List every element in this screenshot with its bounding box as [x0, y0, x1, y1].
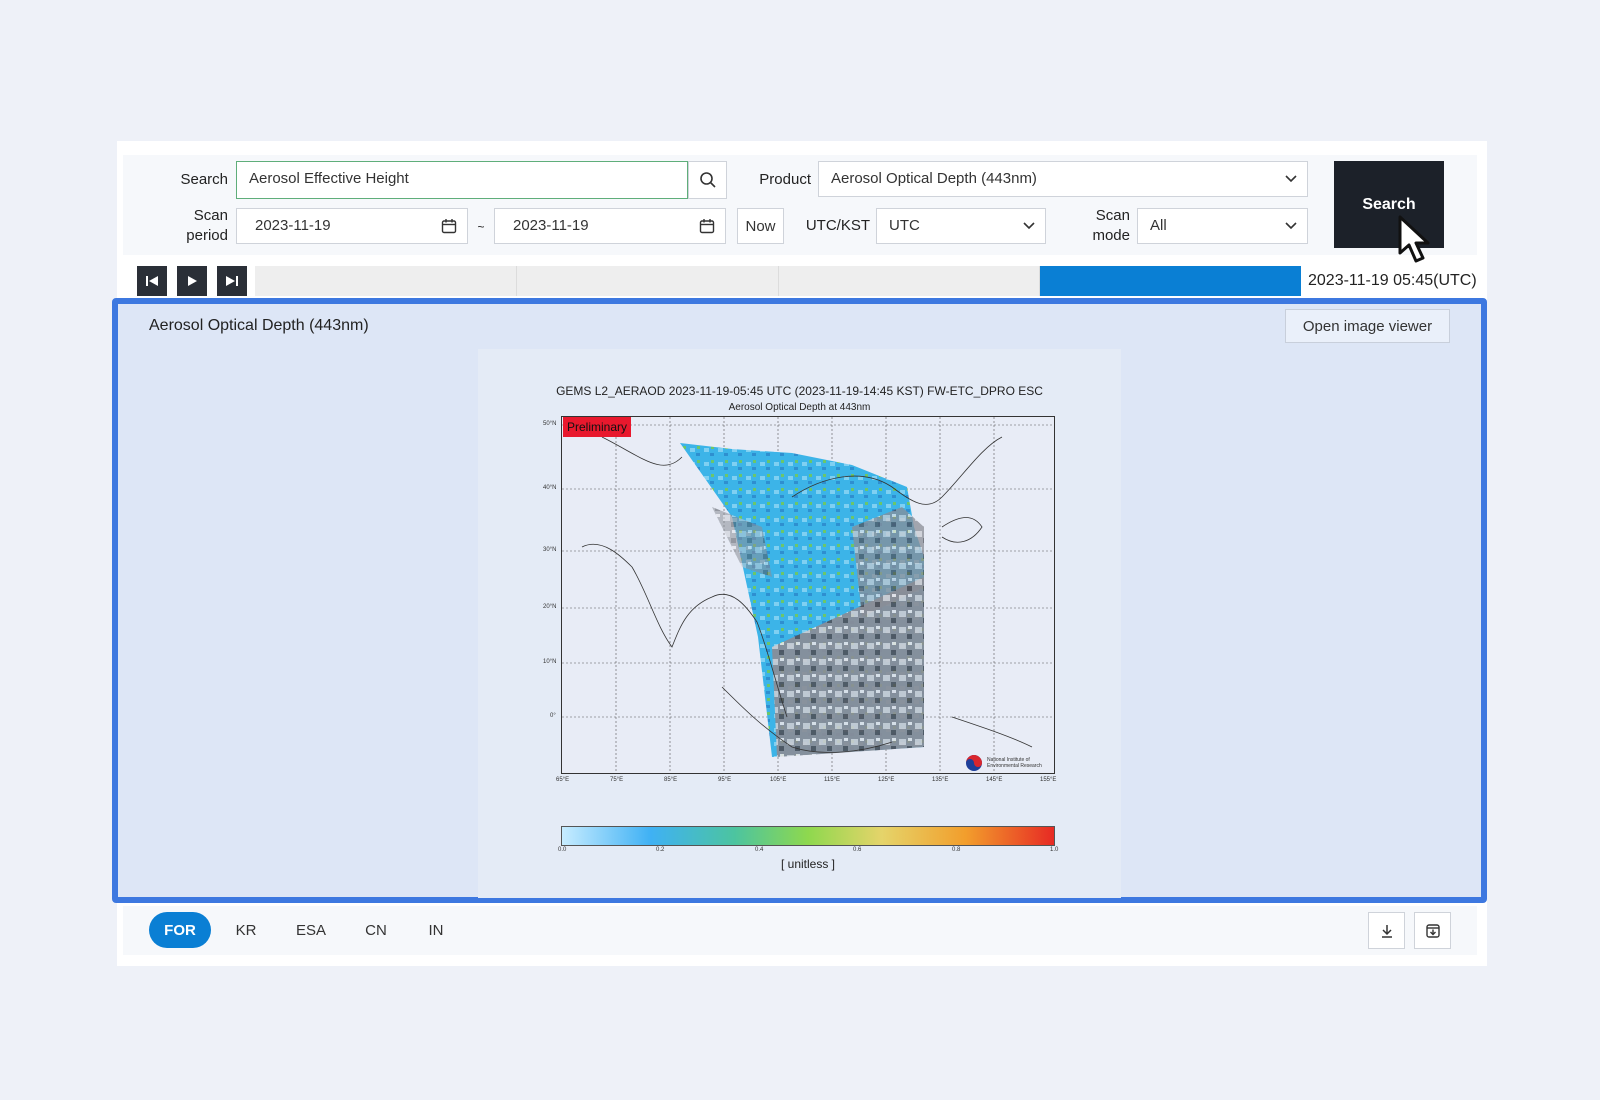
- tab-in[interactable]: IN: [420, 912, 452, 948]
- date-separator: ~: [477, 220, 485, 234]
- taegeuk-logo-icon: [966, 755, 982, 771]
- timeline-segment[interactable]: [778, 266, 1041, 296]
- download-button[interactable]: [1368, 912, 1405, 949]
- chevron-down-icon: [1285, 162, 1297, 196]
- lon-label: 105°E: [770, 777, 787, 783]
- preliminary-badge: Preliminary: [563, 417, 631, 437]
- search-label: Search: [180, 171, 228, 188]
- scan-mode-label: Scan mode: [1092, 207, 1130, 244]
- chevron-down-icon: [1023, 209, 1035, 243]
- timeline-segment[interactable]: [1040, 266, 1301, 296]
- lat-label: 30°N: [543, 547, 557, 553]
- colorbar-tick: 0.2: [656, 847, 665, 853]
- archive-download-button[interactable]: [1414, 912, 1451, 949]
- lon-label: 85°E: [664, 777, 678, 783]
- tab-for[interactable]: FOR: [149, 912, 211, 948]
- lon-label: 65°E: [556, 777, 570, 783]
- lat-label: 50°N: [543, 421, 557, 427]
- tab-esa[interactable]: ESA: [291, 912, 331, 948]
- scan-mode-select[interactable]: All: [1137, 208, 1308, 244]
- colorbar-tick: 0.0: [558, 847, 567, 853]
- institute-logo: National Institute of Environmental Rese…: [965, 754, 1042, 772]
- first-frame-button[interactable]: [137, 266, 167, 296]
- scan-mode-select-value: All: [1150, 217, 1167, 234]
- date-from-input[interactable]: 2023-11-19: [236, 208, 468, 244]
- open-image-viewer-button[interactable]: Open image viewer: [1285, 309, 1450, 343]
- lon-label: 95°E: [718, 777, 732, 783]
- timeline-segment[interactable]: [516, 266, 779, 296]
- product-select[interactable]: Aerosol Optical Depth (443nm): [818, 161, 1308, 197]
- tab-cn[interactable]: CN: [358, 912, 394, 948]
- search-input-value: Aerosol Effective Height: [249, 170, 409, 187]
- product-label: Product: [759, 171, 811, 188]
- calendar-icon[interactable]: [441, 209, 457, 243]
- play-button[interactable]: [177, 266, 207, 296]
- timezone-label: UTC/KST: [805, 217, 870, 234]
- now-button[interactable]: Now: [737, 208, 784, 244]
- figure-title: GEMS L2_AERAOD 2023-11-19-05:45 UTC (202…: [556, 384, 1043, 398]
- map-graphic: [562, 417, 1054, 773]
- download-icon: [1381, 924, 1392, 938]
- archive-download-icon: [1425, 923, 1440, 938]
- colorbar-tick: 0.8: [952, 847, 961, 853]
- timeline-segment[interactable]: [255, 266, 517, 296]
- date-to-value: 2023-11-19: [513, 217, 589, 234]
- colorbar-label: [ unitless ]: [780, 857, 836, 871]
- last-frame-button[interactable]: [217, 266, 247, 296]
- lat-label: 40°N: [543, 485, 557, 491]
- chevron-down-icon: [1285, 209, 1297, 243]
- lat-label: 10°N: [543, 659, 557, 665]
- timezone-select-value: UTC: [889, 217, 920, 234]
- colorbar-tick: 0.6: [853, 847, 862, 853]
- lon-label: 135°E: [932, 777, 949, 783]
- figure-subtitle: Aerosol Optical Depth at 443nm: [728, 402, 871, 413]
- panel-title: Aerosol Optical Depth (443nm): [149, 317, 369, 334]
- tab-kr[interactable]: KR: [228, 912, 264, 948]
- colorbar-tick: 0.4: [755, 847, 764, 853]
- lon-label: 125°E: [878, 777, 895, 783]
- magnifier-icon: [699, 172, 716, 188]
- scan-period-label: Scan period: [186, 207, 228, 244]
- skip-forward-icon: [226, 276, 238, 286]
- lat-label: 0°: [550, 713, 556, 719]
- play-icon: [188, 276, 197, 286]
- product-select-value: Aerosol Optical Depth (443nm): [831, 170, 1037, 187]
- lon-label: 75°E: [610, 777, 624, 783]
- date-to-input[interactable]: 2023-11-19: [494, 208, 726, 244]
- skip-back-icon: [146, 276, 158, 286]
- timeline-current-time: 2023-11-19 05:45(UTC): [1308, 272, 1477, 289]
- lon-label: 145°E: [986, 777, 1003, 783]
- lat-label: 20°N: [543, 604, 557, 610]
- lon-label: 155°E: [1040, 777, 1057, 783]
- colorbar-tick: 1.0: [1050, 847, 1059, 853]
- search-input[interactable]: Aerosol Effective Height: [236, 161, 688, 199]
- timeline-track[interactable]: [255, 266, 1301, 296]
- date-from-value: 2023-11-19: [255, 217, 331, 234]
- search-icon-button[interactable]: [688, 161, 727, 199]
- aerosol-map: [561, 416, 1055, 774]
- colorbar: [561, 826, 1055, 846]
- lon-label: 115°E: [824, 777, 840, 783]
- timezone-select[interactable]: UTC: [876, 208, 1046, 244]
- mouse-pointer-icon: [1398, 215, 1434, 270]
- calendar-icon[interactable]: [699, 209, 715, 243]
